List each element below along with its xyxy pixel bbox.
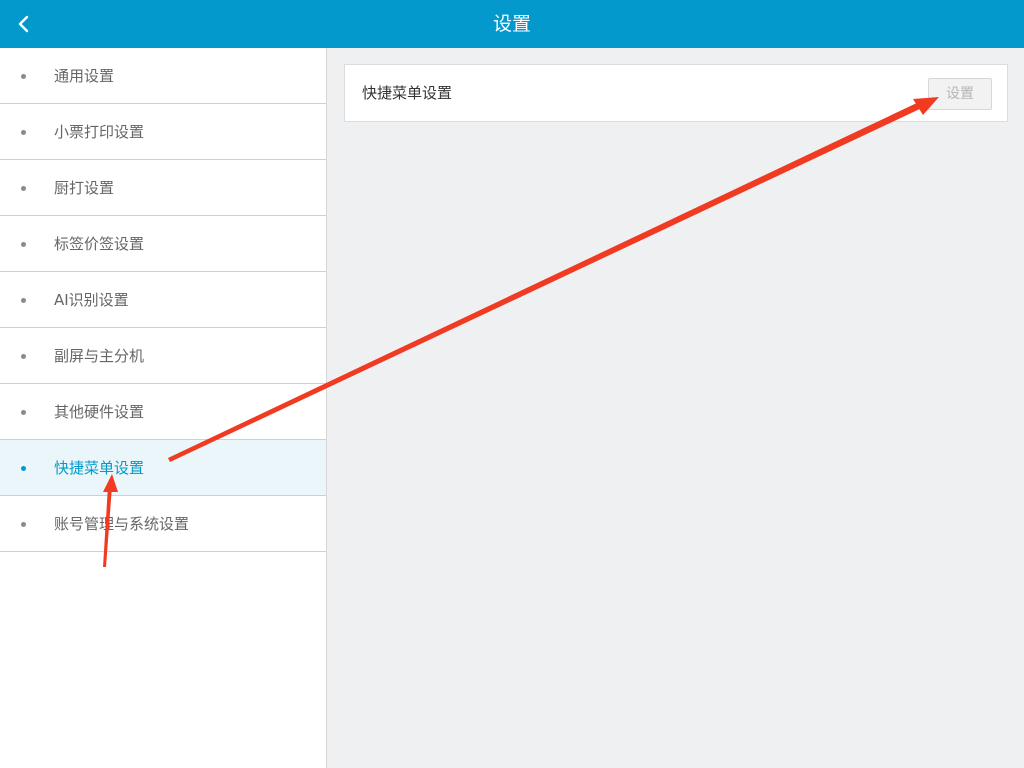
quick-menu-settings-card: 快捷菜单设置 设置 — [344, 64, 1008, 122]
page-title: 设置 — [492, 13, 531, 35]
sidebar-item-kitchen-print[interactable]: 厨打设置 — [0, 160, 326, 216]
sidebar-item-other-hardware[interactable]: 其他硬件设置 — [0, 384, 326, 440]
sidebar-item-secondary-screen[interactable]: 副屏与主分机 — [0, 328, 326, 384]
bullet-icon — [21, 409, 26, 415]
settings-content: 快捷菜单设置 设置 — [327, 48, 1024, 768]
sidebar-item-label: 厨打设置 — [54, 179, 115, 197]
sidebar-item-account-system[interactable]: 账号管理与系统设置 — [0, 496, 326, 552]
sidebar-item-quick-menu[interactable]: 快捷菜单设置 — [0, 440, 326, 496]
card-title: 快捷菜单设置 — [362, 84, 453, 102]
bullet-icon — [21, 241, 26, 247]
sidebar-item-label: 小票打印设置 — [54, 123, 145, 141]
sidebar-item-label: AI识别设置 — [54, 291, 129, 309]
bullet-icon — [21, 521, 26, 527]
app-header: 设置 — [0, 0, 1024, 48]
bullet-icon — [21, 353, 26, 359]
sidebar-item-label: 副屏与主分机 — [54, 347, 145, 365]
settings-sidebar: 通用设置 小票打印设置 厨打设置 标签价签设置 AI识别设置 副屏与主分机 其他… — [0, 48, 327, 768]
bullet-icon — [21, 73, 26, 79]
sidebar-item-ai-recognition[interactable]: AI识别设置 — [0, 272, 326, 328]
sidebar-item-label: 其他硬件设置 — [54, 403, 145, 421]
sidebar-item-label: 通用设置 — [54, 67, 115, 85]
sidebar-item-label: 账号管理与系统设置 — [54, 515, 190, 533]
sidebar-item-label: 快捷菜单设置 — [54, 459, 145, 477]
bullet-icon — [21, 185, 26, 191]
bullet-icon — [21, 129, 26, 135]
bullet-icon — [21, 465, 26, 471]
bullet-icon — [21, 297, 26, 303]
sidebar-item-receipt-print[interactable]: 小票打印设置 — [0, 104, 326, 160]
sidebar-item-general[interactable]: 通用设置 — [0, 48, 326, 104]
sidebar-item-label: 标签价签设置 — [54, 235, 145, 253]
sidebar-item-label-price-tag[interactable]: 标签价签设置 — [0, 216, 326, 272]
settings-button[interactable]: 设置 — [928, 78, 992, 110]
